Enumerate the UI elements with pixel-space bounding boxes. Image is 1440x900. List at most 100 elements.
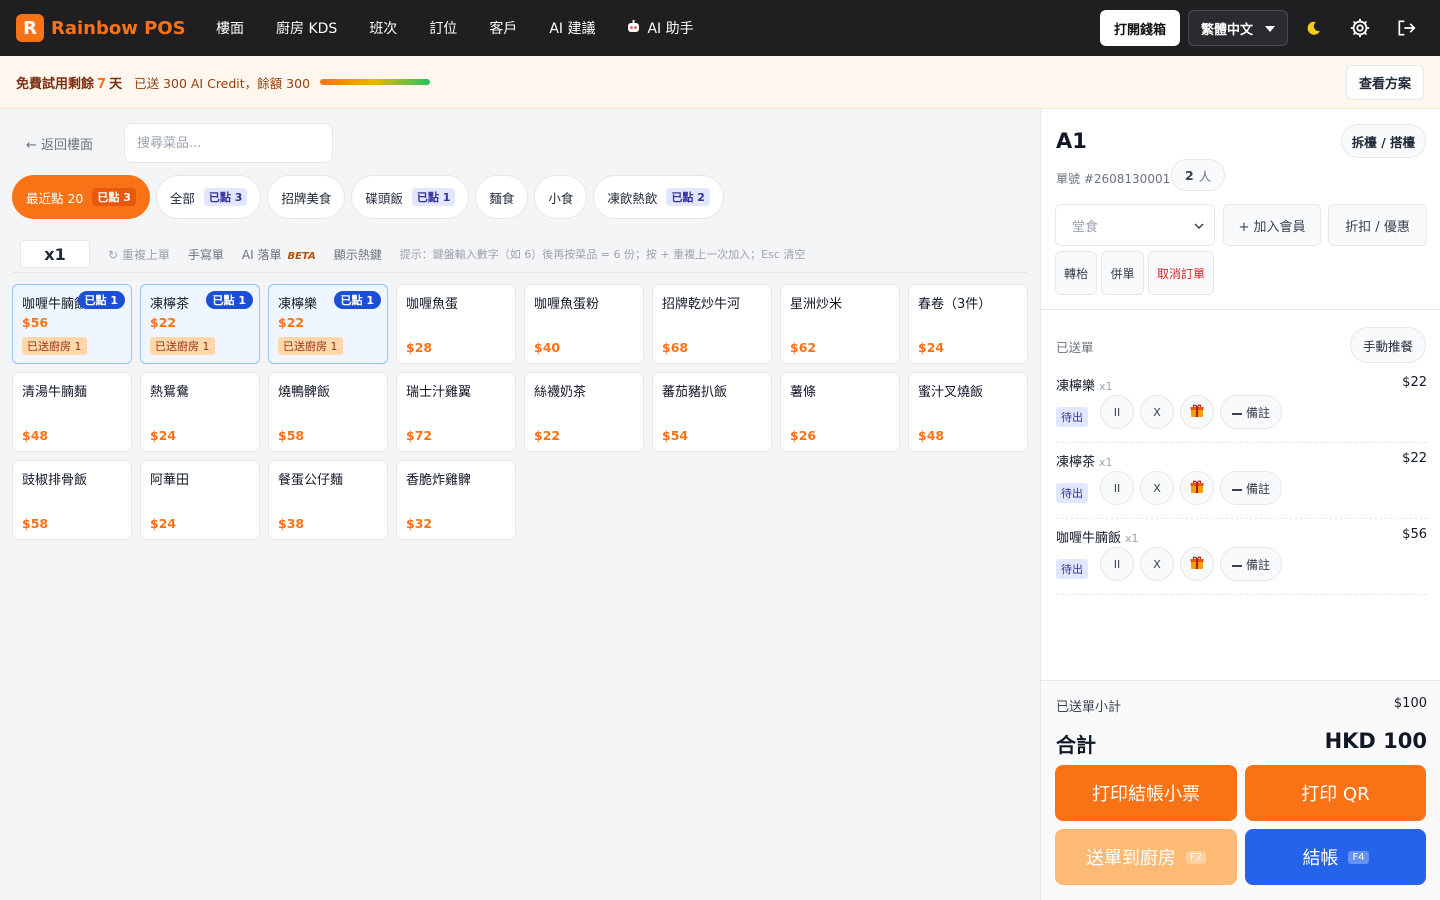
dine-mode-select[interactable]: 堂食 (1055, 204, 1215, 246)
nav-ai-suggestions[interactable]: AI 建議 (549, 18, 595, 38)
dine-mode-value: 堂食 (1072, 219, 1099, 235)
menu-item-card[interactable]: 絲襪奶茶 $22 (524, 372, 644, 452)
manual-rush-button[interactable]: 手動推餐 (1349, 327, 1426, 363)
gear-icon[interactable] (1348, 16, 1372, 40)
menu-item-card[interactable]: 瑞士汁雞翼 $72 (396, 372, 516, 452)
total-value: HKD 100 (1324, 729, 1427, 753)
category-tab[interactable]: 招牌美食 (267, 175, 346, 219)
show-hotkeys-button[interactable]: 顯示熱鍵 (334, 246, 382, 263)
pause-button[interactable]: II (1100, 547, 1134, 581)
sent-to-kitchen-badge: 已送廚房 1 (22, 337, 87, 355)
menu-item-card[interactable]: 咖喱魚蛋粉 $40 (524, 284, 644, 364)
note-button[interactable]: 備註 (1220, 471, 1282, 505)
merge-order-button[interactable]: 併單 (1101, 251, 1144, 295)
language-select[interactable]: 繁體中文 (1188, 10, 1288, 46)
menu-item-card[interactable]: 咖喱魚蛋 $28 (396, 284, 516, 364)
menu-item-card[interactable]: 阿華田 $24 (140, 460, 260, 540)
nav-ai-assistant[interactable]: AI 助手 (627, 18, 694, 38)
menu-item-card[interactable]: 熱鴛鴦 $24 (140, 372, 260, 452)
gift-button[interactable] (1180, 547, 1214, 581)
nav-kitchen-kds[interactable]: 廚房 KDS (276, 18, 337, 38)
order-line-price: $56 (1402, 527, 1427, 542)
menu-item-card[interactable]: 蕃茄豬扒飯 $54 (652, 372, 772, 452)
ai-order-button[interactable]: AI 落單 BETA (242, 246, 316, 263)
menu-item-name: 香脆炸雞髀 (406, 473, 472, 488)
category-tab[interactable]: 碟頭飯 已點 1 (351, 175, 470, 219)
pax-button[interactable]: 2人 (1171, 159, 1226, 191)
nav-reservations[interactable]: 訂位 (429, 18, 457, 38)
pause-button[interactable]: II (1100, 471, 1134, 505)
gift-button[interactable] (1180, 471, 1214, 505)
open-cash-drawer-button[interactable]: 打開錢箱 (1099, 10, 1180, 46)
menu-item-card[interactable]: 薯條 $26 (780, 372, 900, 452)
sent-to-kitchen-badge: 已送廚房 1 (278, 337, 343, 355)
menu-item-price: $72 (406, 428, 433, 443)
menu-item-card[interactable]: 咖喱牛腩飯 $56 已點 1 已送廚房 1 (12, 284, 132, 364)
menu-item-card[interactable]: 凍檸樂 $22 已點 1 已送廚房 1 (268, 284, 388, 364)
chevron-down-icon (1194, 218, 1204, 233)
moon-icon[interactable] (1302, 16, 1326, 40)
send-to-kitchen-button[interactable]: 送單到廚房 F2 (1055, 829, 1237, 885)
category-tab[interactable]: 麵食 (475, 175, 529, 219)
menu-item-card[interactable]: 招牌乾炒牛河 $68 (652, 284, 772, 364)
checkout-label: 結帳 (1302, 848, 1339, 869)
print-receipt-button[interactable]: 打印結帳小票 (1055, 765, 1237, 821)
beta-badge: BETA (287, 250, 316, 262)
pause-button[interactable]: II (1100, 395, 1134, 429)
category-label: 麵食 (489, 190, 515, 206)
nav-customers[interactable]: 客戶 (489, 18, 517, 38)
menu-item-name: 春卷（3件） (918, 297, 992, 312)
menu-item-price: $22 (534, 428, 561, 443)
void-button[interactable]: X (1140, 547, 1174, 581)
menu-item-price: $38 (278, 516, 305, 531)
void-button[interactable]: X (1140, 471, 1174, 505)
gift-icon (1190, 480, 1204, 497)
quantity-multiplier[interactable]: x1 (20, 240, 90, 268)
search-input[interactable] (124, 123, 333, 163)
cancel-order-button[interactable]: 取消訂單 (1148, 251, 1214, 295)
logout-icon[interactable] (1394, 16, 1418, 40)
menu-item-price: $22 (150, 315, 177, 330)
split-table-button[interactable]: 拆檯 / 搭檯 (1340, 124, 1426, 158)
view-plans-button[interactable]: 查看方案 (1345, 65, 1424, 100)
category-tab[interactable]: 凍飲熱飲 已點 2 (593, 175, 724, 219)
menu-item-card[interactable]: 豉椒排骨飯 $58 (12, 460, 132, 540)
print-qr-button[interactable]: 打印 QR (1245, 765, 1426, 821)
menu-item-card[interactable]: 燒鴨髀飯 $58 (268, 372, 388, 452)
menu-item-price: $24 (150, 516, 177, 531)
discount-button[interactable]: 折扣 / 優惠 (1328, 204, 1427, 246)
status-badge: 待出 (1056, 559, 1088, 579)
menu-item-card[interactable]: 清湯牛腩麵 $48 (12, 372, 132, 452)
menu-item-card[interactable]: 春卷（3件） $24 (908, 284, 1028, 364)
void-button[interactable]: X (1140, 395, 1174, 429)
add-member-button[interactable]: + 加入會員 (1223, 204, 1321, 246)
menu-item-card[interactable]: 餐蛋公仔麵 $38 (268, 460, 388, 540)
menu-item-card[interactable]: 蜜汁叉燒飯 $48 (908, 372, 1028, 452)
category-tab[interactable]: 全部 已點 3 (155, 175, 262, 219)
category-label: 最近點 20 (26, 190, 84, 206)
gift-button[interactable] (1180, 395, 1214, 429)
menu-item-name: 燒鴨髀飯 (278, 385, 331, 400)
order-footer: 已送單小計 $100 合計 HKD 100 打印結帳小票 打印 QR 送單到廚房… (1041, 680, 1440, 900)
send-to-kitchen-label: 送單到廚房 (1085, 848, 1176, 869)
ai-order-label: AI 落單 (241, 247, 282, 262)
note-button[interactable]: 備註 (1220, 547, 1282, 581)
nav-shifts[interactable]: 班次 (369, 18, 397, 38)
app-logo[interactable]: R Rainbow POS (16, 14, 196, 42)
menu-item-card[interactable]: 星洲炒米 $62 (780, 284, 900, 364)
category-tab[interactable]: 最近點 20 已點 3 (12, 175, 150, 219)
handwrite-order-button[interactable]: 手寫單 (188, 246, 224, 263)
checkout-button[interactable]: 結帳 F4 (1245, 829, 1426, 885)
note-button[interactable]: 備註 (1220, 395, 1282, 429)
back-to-floor-link[interactable]: ← 返回樓面 (26, 134, 93, 153)
transfer-table-button[interactable]: 轉枱 (1055, 251, 1097, 295)
order-line-item: 凍檸茶 (1056, 455, 1096, 470)
menu-item-card[interactable]: 凍檸茶 $22 已點 1 已送廚房 1 (140, 284, 260, 364)
nav-floor[interactable]: 樓面 (216, 18, 244, 38)
repeat-last-button[interactable]: ↻ 重複上單 (108, 246, 170, 263)
menu-item-card[interactable]: 香脆炸雞髀 $32 (396, 460, 516, 540)
category-label: 碟頭飯 (365, 190, 403, 206)
menu-toolbar: x1 ↻ 重複上單 手寫單 AI 落單 BETA 顯示熱鍵 提示：鍵盤輸入數字（如… (12, 236, 1028, 273)
menu-item-price: $58 (22, 516, 49, 531)
category-tab[interactable]: 小食 (534, 175, 588, 219)
